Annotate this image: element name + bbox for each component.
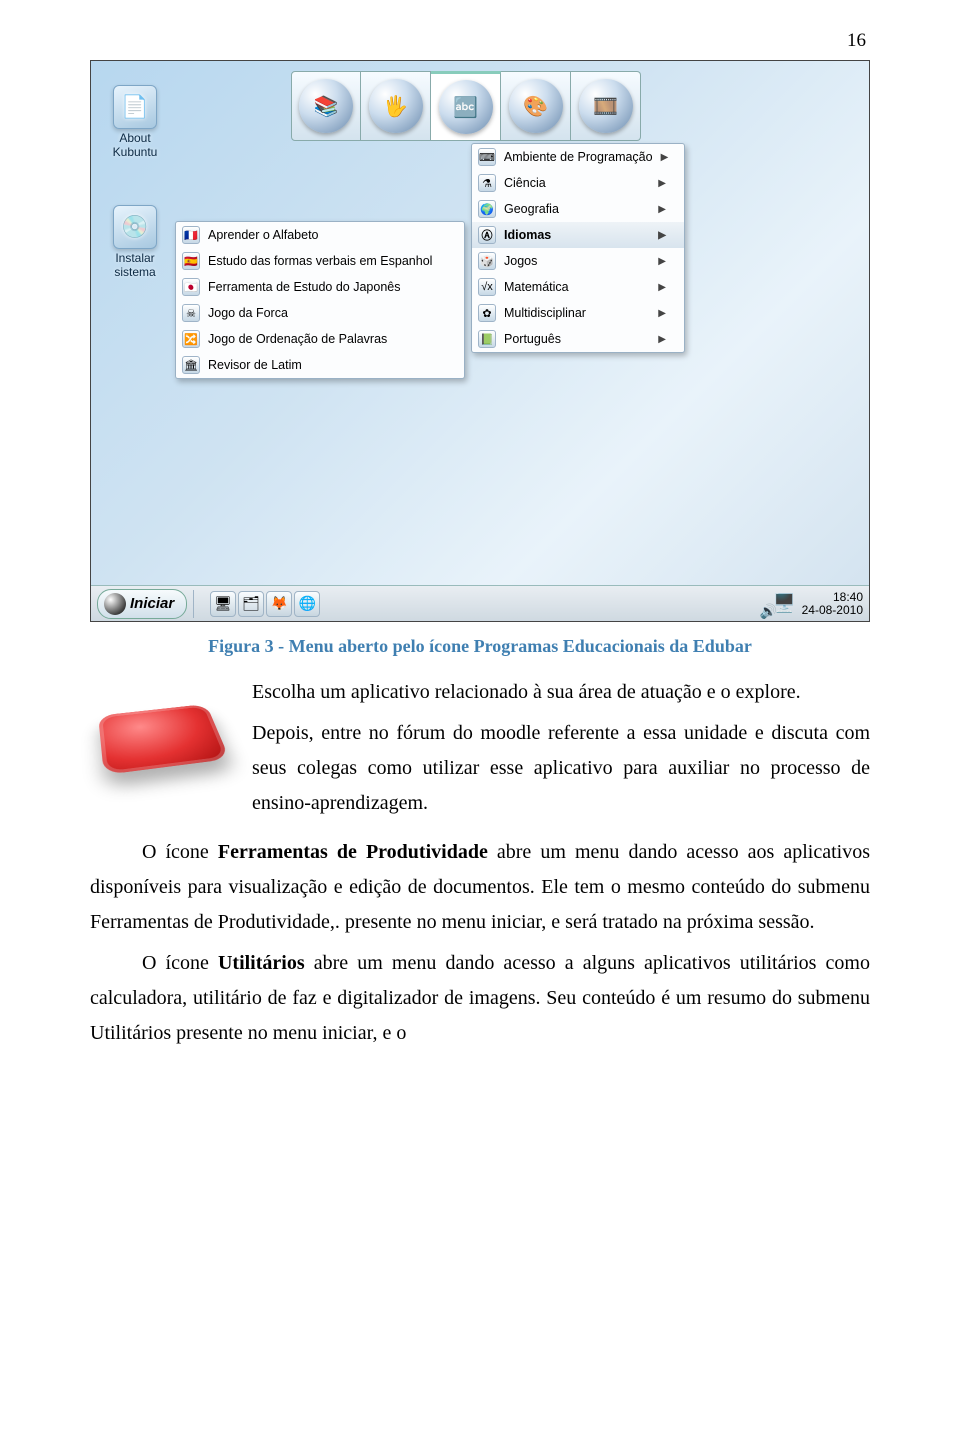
paragraph: O ícone Utilitários abre um menu dando a… [90, 946, 870, 1051]
taskbar: Iniciar 🖥 🗂 🦊 🌐 🖥️ 18:40 24-08-2010 🔊 [91, 585, 869, 621]
paragraph: O ícone Ferramentas de Produtividade abr… [90, 835, 870, 940]
desktop-icon-label: Instalar sistema [105, 251, 165, 279]
desktop-icon-install[interactable]: 💿 Instalar sistema [105, 205, 165, 279]
start-button[interactable]: Iniciar [97, 589, 187, 619]
submenu-item-espanhol[interactable]: 🇪🇸Estudo das formas verbais em Espanhol [176, 248, 464, 274]
chevron-right-icon: ▶ [658, 334, 666, 345]
chevron-right-icon: ▶ [658, 282, 666, 293]
sort-icon: 🔀 [182, 330, 200, 348]
menu-item-multidisciplinar[interactable]: ✿Multidisciplinar▶ [472, 300, 684, 326]
multi-icon: ✿ [478, 304, 496, 322]
sub-menu-idiomas: 🇫🇷Aprender o Alfabeto 🇪🇸Estudo das forma… [175, 221, 465, 379]
paragraph: Depois, entre no fórum do moodle referen… [252, 716, 870, 821]
ql-desktop-icon[interactable]: 🖥 [210, 591, 236, 617]
main-menu: ⌨Ambiente de Programação▶ ⚗Ciência▶ 🌍Geo… [471, 143, 685, 353]
desktop-icon-about[interactable]: 📄 About Kubuntu [105, 85, 165, 159]
toolbar-button-art[interactable]: 🎨 [501, 71, 571, 141]
column-icon: 🏛 [182, 356, 200, 374]
clock-time: 18:40 [802, 591, 863, 604]
submenu-item-ordenacao[interactable]: 🔀Jogo de Ordenação de Palavras [176, 326, 464, 352]
code-icon: ⌨ [478, 148, 496, 166]
intro-text: Escolha um aplicativo relacionado à sua … [252, 675, 870, 827]
book-icon: 📗 [478, 330, 496, 348]
figure-caption: Figura 3 - Menu aberto pelo ícone Progra… [90, 636, 870, 657]
document-page: 16 📄 About Kubuntu 💿 Instalar sistema 📚 … [0, 0, 960, 1097]
menu-item-jogos[interactable]: 🎲Jogos▶ [472, 248, 684, 274]
paragraph: Escolha um aplicativo relacionado à sua … [252, 675, 870, 710]
chevron-right-icon: ▶ [658, 256, 666, 267]
chevron-right-icon: ▶ [658, 178, 666, 189]
math-icon: √x [478, 278, 496, 296]
flag-icon: 🇪🇸 [182, 252, 200, 270]
chevron-right-icon: ▶ [661, 152, 669, 163]
volume-icon[interactable]: 🔊 [760, 603, 777, 620]
chevron-right-icon: ▶ [658, 230, 666, 241]
science-icon: ⚗ [478, 174, 496, 192]
games-icon: 🎲 [478, 252, 496, 270]
desktop-icon-label: About Kubuntu [105, 131, 165, 159]
toolbar-button-dominio[interactable]: 📚 [291, 71, 361, 141]
clock-date: 24-08-2010 [802, 604, 863, 617]
page-number: 16 [90, 30, 870, 52]
info-icon: 📄 [113, 85, 157, 129]
language-icon: Ⓐ [478, 226, 496, 244]
clock: 18:40 24-08-2010 [802, 591, 863, 616]
menu-item-matematica[interactable]: √xMatemática▶ [472, 274, 684, 300]
globe-icon: 🌍 [478, 200, 496, 218]
red-tile-illustration [90, 681, 230, 791]
linux-icon [104, 593, 126, 615]
body-text: O ícone Ferramentas de Produtividade abr… [90, 835, 870, 1051]
submenu-item-latim[interactable]: 🏛Revisor de Latim [176, 352, 464, 378]
system-tray: 🖥️ 18:40 24-08-2010 🔊 [773, 591, 863, 616]
menu-item-portugues[interactable]: 📗Português▶ [472, 326, 684, 352]
ql-globe-icon[interactable]: 🌐 [294, 591, 320, 617]
menu-item-programacao[interactable]: ⌨Ambiente de Programação▶ [472, 144, 684, 170]
intro-block: Escolha um aplicativo relacionado à sua … [90, 675, 870, 827]
disc-icon: 💿 [113, 205, 157, 249]
submenu-item-alfabeto[interactable]: 🇫🇷Aprender o Alfabeto [176, 222, 464, 248]
ql-files-icon[interactable]: 🗂 [238, 591, 264, 617]
toolbar-button-abc[interactable]: 🔤 [431, 71, 501, 141]
start-button-label: Iniciar [130, 595, 174, 612]
menu-item-idiomas[interactable]: ⒶIdiomas▶ [472, 222, 684, 248]
toolbar-button-media[interactable]: 🎞️ [571, 71, 641, 141]
edubar-toolbar: 📚 🖐️ 🔤 🎨 🎞️ [291, 71, 641, 141]
chevron-right-icon: ▶ [658, 308, 666, 319]
ql-firefox-icon[interactable]: 🦊 [266, 591, 292, 617]
toolbar-button-tvescola[interactable]: 🖐️ [361, 71, 431, 141]
screenshot-figure: 📄 About Kubuntu 💿 Instalar sistema 📚 🖐️ … [90, 60, 870, 622]
hangman-icon: ☠ [182, 304, 200, 322]
submenu-item-japones[interactable]: 🇯🇵Ferramenta de Estudo do Japonês [176, 274, 464, 300]
flag-icon: 🇯🇵 [182, 278, 200, 296]
submenu-item-forca[interactable]: ☠Jogo da Forca [176, 300, 464, 326]
menu-item-ciencia[interactable]: ⚗Ciência▶ [472, 170, 684, 196]
quick-launch: 🖥 🗂 🦊 🌐 [210, 591, 320, 617]
menu-item-geografia[interactable]: 🌍Geografia▶ [472, 196, 684, 222]
flag-icon: 🇫🇷 [182, 226, 200, 244]
chevron-right-icon: ▶ [658, 204, 666, 215]
